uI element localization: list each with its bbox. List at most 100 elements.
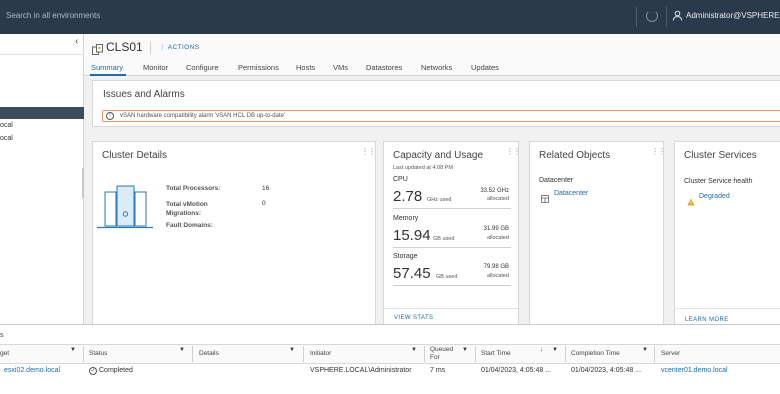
check-circle-icon: ✓ — [89, 367, 97, 375]
drag-handle-icon[interactable]: ⋮⋮ — [506, 147, 521, 156]
cpu-used-value: 2.78 — [393, 188, 423, 205]
memory-label: Memory — [393, 215, 419, 222]
tab-datastores[interactable]: Datastores — [366, 63, 402, 72]
filter-icon[interactable]: ▼ — [179, 347, 185, 353]
top-bar: Search in all environments Administrator… — [0, 0, 780, 34]
tab-updates[interactable]: Updates — [471, 63, 499, 72]
actions-menu-button[interactable]: ⋮ ACTIONS — [159, 43, 199, 51]
memory-used-value: 15.94 — [393, 227, 431, 244]
navigator-pane: ‹ ocal ocal — [0, 34, 84, 324]
health-status-link[interactable]: Degraded — [699, 193, 730, 200]
tree-item-host[interactable]: ocal — [0, 135, 13, 142]
filter-icon[interactable]: ▼ — [552, 347, 558, 353]
cluster-details-card: Cluster Details ⋮⋮ Total Processors: 16 … — [92, 141, 376, 326]
cluster-services-card: Cluster Services Cluster Service health … — [674, 141, 780, 326]
capacity-usage-card: Capacity and Usage ⋮⋮ Last updated at 4:… — [383, 141, 521, 326]
allocated-label: allocated — [486, 235, 509, 241]
task-server-link[interactable]: vcenter01.demo.local — [661, 367, 728, 374]
cpu-usage-bar — [393, 208, 511, 209]
memory-usage-bar — [393, 247, 511, 248]
sort-descending-icon[interactable]: ↓ — [540, 347, 543, 353]
task-start-time: 01/04/2023, 4:05:48 ... — [481, 367, 552, 374]
detail-label: Total vMotion Migrations: — [166, 201, 208, 217]
divider — [666, 7, 667, 27]
info-icon: ! — [106, 112, 114, 120]
cpu-label: CPU — [393, 176, 408, 183]
tab-networks[interactable]: Networks — [421, 63, 452, 72]
column-divider[interactable] — [83, 346, 84, 362]
task-target-link[interactable]: esxi02.demo.local — [4, 367, 60, 374]
storage-used-value: 57.45 — [393, 265, 431, 282]
detail-value: 0 — [262, 200, 266, 207]
divider — [636, 7, 637, 27]
filter-icon[interactable]: ▼ — [70, 347, 76, 353]
scrollbar[interactable] — [82, 168, 84, 198]
actions-label: ACTIONS — [167, 44, 200, 51]
task-completion-time: 01/04/2023, 4:05:48 ... — [571, 367, 642, 374]
tab-configure[interactable]: Configure — [186, 63, 219, 72]
divider — [0, 54, 84, 55]
user-icon[interactable] — [672, 10, 683, 23]
tree-item-selected[interactable] — [0, 107, 84, 119]
object-header: CLS01 ⋮ ACTIONS Summary Monitor Configur… — [84, 34, 780, 76]
issues-alarms-card: Issues and Alarms ! vSAN hardware compat… — [92, 80, 780, 127]
tab-permissions[interactable]: Permissions — [238, 63, 279, 72]
column-divider[interactable] — [475, 346, 476, 362]
task-initiator: VSPHERE.LOCAL\Administrator — [310, 367, 412, 374]
column-divider[interactable] — [654, 346, 655, 362]
pane-title: s — [0, 332, 4, 339]
card-title: Cluster Services — [684, 150, 757, 161]
learn-more-link[interactable]: LEARN MORE — [685, 317, 729, 323]
detail-label: Fault Domains: — [166, 222, 213, 229]
loading-icon — [646, 10, 658, 22]
divider — [384, 308, 518, 309]
filter-icon[interactable]: ▼ — [642, 347, 648, 353]
collapse-chevron-icon[interactable]: ‹ — [75, 36, 78, 47]
page-title: CLS01 — [106, 40, 143, 54]
detail-value: 16 — [262, 185, 270, 192]
storage-used-unit: GB used — [436, 274, 458, 280]
cpu-used-unit: GHz used — [427, 197, 452, 203]
tab-summary[interactable]: Summary — [91, 63, 123, 72]
column-header-queued[interactable]: Queued For — [430, 346, 460, 364]
card-title: Cluster Details — [102, 150, 168, 161]
column-divider[interactable] — [424, 346, 425, 362]
allocated-label: allocated — [486, 196, 509, 202]
global-search-input[interactable]: Search in all environments — [6, 11, 100, 20]
memory-allocated: 31.99 GB — [483, 226, 509, 232]
column-divider[interactable] — [303, 346, 304, 362]
tab-vms[interactable]: VMs — [333, 63, 348, 72]
column-divider[interactable] — [192, 346, 193, 362]
task-status: Completed — [99, 367, 133, 374]
tree-item-host[interactable]: ocal — [0, 122, 13, 129]
filter-icon[interactable]: ▼ — [411, 347, 417, 353]
alarm-banner[interactable]: ! vSAN hardware compatibility alarm 'vSA… — [102, 110, 780, 122]
storage-usage-bar — [393, 285, 511, 286]
warning-icon — [687, 193, 695, 211]
datacenter-label: Datacenter — [539, 177, 574, 184]
last-updated: Last updated at 4:08 PM — [393, 165, 453, 171]
alarm-text: vSAN hardware compatibility alarm 'vSAN … — [120, 112, 286, 119]
active-tab-indicator — [90, 74, 126, 76]
view-stats-link[interactable]: VIEW STATS — [394, 315, 433, 321]
drag-handle-icon[interactable]: ⋮⋮ — [361, 147, 376, 156]
task-queued: 7 ms — [430, 367, 446, 374]
column-divider[interactable] — [565, 346, 566, 362]
divider — [675, 308, 780, 309]
cpu-allocated: 33.52 GHz — [480, 188, 509, 194]
filter-icon[interactable]: ▼ — [289, 347, 295, 353]
cluster-graphic-icon — [97, 184, 153, 237]
divider — [150, 42, 151, 54]
allocated-label: allocated — [486, 273, 509, 279]
datacenter-link[interactable]: Datacenter — [554, 190, 588, 197]
card-title: Issues and Alarms — [103, 89, 185, 100]
filter-icon[interactable]: ▼ — [462, 347, 468, 353]
health-label: Cluster Service health — [684, 178, 753, 185]
tab-hosts[interactable]: Hosts — [296, 63, 315, 72]
datacenter-icon — [541, 190, 549, 208]
related-objects-card: Related Objects ⋮⋮ Datacenter Datacenter — [529, 141, 666, 326]
card-title: Related Objects — [539, 150, 611, 161]
user-menu[interactable]: Administrator@VSPHERE.L — [686, 11, 780, 20]
tab-monitor[interactable]: Monitor — [143, 63, 168, 72]
drag-handle-icon[interactable]: ⋮⋮ — [651, 147, 666, 156]
